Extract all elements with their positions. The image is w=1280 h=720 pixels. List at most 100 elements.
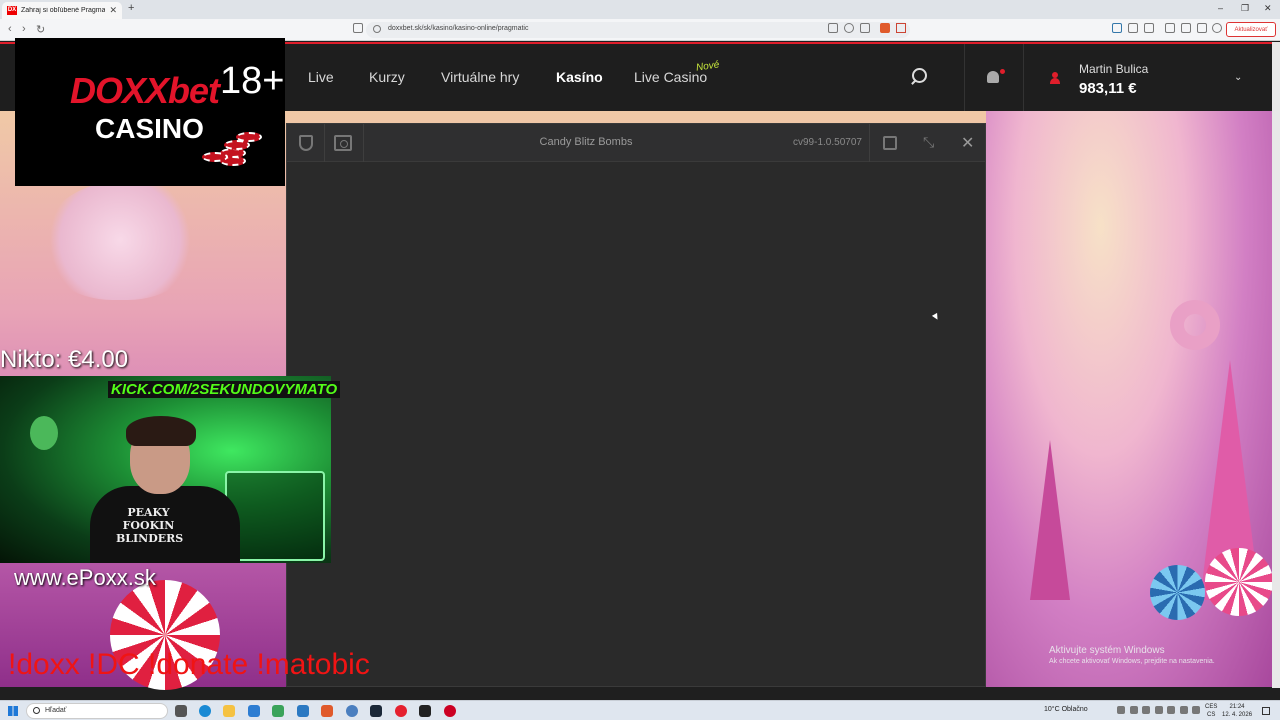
app-icon[interactable] [346,705,358,717]
edge-icon[interactable] [199,705,211,717]
minimize-button[interactable]: – [1218,3,1223,13]
zoom-icon[interactable] [844,23,854,33]
nav-live[interactable]: Live [308,69,334,85]
blue-lollipop-decoration [1150,565,1205,620]
game-version: cv99-1.0.50707 [793,137,862,148]
candy-cone-decoration [1030,440,1070,600]
sidebar-icon[interactable] [1144,23,1154,33]
sidepanel-icon[interactable] [1165,23,1175,33]
minimize-game-icon[interactable]: ⤡ [923,134,934,151]
new-badge: Nové [695,59,721,74]
close-icon[interactable]: ✕ [961,133,974,153]
tray-app-icon[interactable] [1155,706,1163,714]
toolbar-divider [869,124,870,162]
website-label: www.ePoxx.sk [14,565,156,590]
opera-icon[interactable] [395,705,407,717]
maximize-button[interactable]: ❐ [1241,3,1249,14]
windows-activation-watermark: Aktivujte systém Windows Ak chcete aktiv… [1049,645,1215,665]
notification-icon[interactable] [1262,707,1270,715]
donut-decoration [1170,300,1220,350]
extension-icon[interactable] [1112,23,1122,33]
doxxbet-casino-logo: DOXXbet 18+ CASINO [15,38,285,186]
weather-widget[interactable]: 10°C Oblačno [1044,706,1088,713]
forward-button[interactable]: › [22,23,26,35]
site-info-icon[interactable] [373,25,381,33]
nav-virtualne-hry[interactable]: Virtuálne hry [441,69,519,85]
store-icon[interactable] [248,705,260,717]
brave-shield-icon[interactable] [880,23,890,33]
reload-button[interactable]: ↻ [36,23,45,36]
screen: DX Zahraj si obľúbené Pragmatic hry ✕ + … [0,0,1280,720]
donation-text: Nikto: €4.00 [0,346,129,373]
casino-chips-icon [200,128,262,168]
clock-time: 21:24 [1229,704,1245,710]
window-close-button[interactable]: ✕ [1264,3,1272,14]
tray-app-icon[interactable] [1130,706,1138,714]
explorer-icon[interactable] [223,705,235,717]
activation-subtitle: Ak chcete aktivovať Windows, prejdite na… [1049,658,1215,665]
photos-icon[interactable] [272,705,284,717]
logo-brand-text: DOXXbet [70,70,220,111]
keyboard-code: CS [1207,712,1216,718]
rewards-icon[interactable] [896,23,906,33]
steam-icon[interactable] [370,705,382,717]
header-divider [964,44,965,111]
share-icon[interactable] [860,23,870,33]
page-scrollbar[interactable] [1272,42,1280,688]
microphone-icon[interactable] [1142,706,1150,714]
browser-tab[interactable]: DX Zahraj si obľúbené Pragmatic hry ✕ [2,2,122,19]
new-tab-button[interactable]: + [128,2,134,14]
tab-close-icon[interactable]: ✕ [109,5,117,16]
update-button[interactable]: Aktualizovať [1226,22,1276,37]
obs-icon[interactable] [419,705,431,717]
taskbar-search[interactable]: Hľadať [26,703,168,719]
user-balance[interactable]: 983,11 € [1079,80,1137,97]
tray-chevron-icon[interactable] [1117,706,1125,714]
search-icon[interactable] [912,68,927,83]
chevron-down-icon[interactable]: ⌄ [1234,72,1242,83]
browser-tabbar: DX Zahraj si obľúbené Pragmatic hry ✕ + … [0,0,1280,19]
mail-icon[interactable] [297,705,309,717]
chat-commands-text: !doxx !DC !donate !matobic [8,648,370,681]
user-name[interactable]: Martin Bulica [1079,62,1148,76]
bookmark-icon[interactable] [353,23,363,33]
frog-figure [30,416,58,450]
clock-date: 12. 4. 2026 [1222,712,1253,718]
notification-dot [1000,69,1005,74]
logo-casino-text: CASINO [95,113,204,144]
game-toolbar: Candy Blitz Bombs cv99-1.0.50707 ⤡ ✕ [287,124,985,162]
app-icon[interactable] [444,705,456,717]
bluetooth-icon[interactable] [1180,706,1188,714]
windows-start-icon[interactable] [8,706,18,716]
tab-title: Zahraj si obľúbené Pragmatic hry [21,7,106,14]
bell-icon[interactable] [987,71,999,83]
url-text: doxxbet.sk/sk/kasino/kasino-online/pragm… [388,25,529,32]
nav-kurzy[interactable]: Kurzy [369,69,405,85]
leo-icon[interactable] [1212,23,1222,33]
game-window[interactable]: Candy Blitz Bombs cv99-1.0.50707 ⤡ ✕ [286,123,986,687]
user-icon[interactable] [1050,72,1060,84]
doxxbet-favicon-icon: DX [7,6,17,15]
brave-icon[interactable] [321,705,333,717]
nav-kasino[interactable]: Kasíno [556,69,603,85]
extensions-icon[interactable] [1128,23,1138,33]
header-divider [1023,44,1024,111]
back-button[interactable]: ‹ [8,23,12,35]
vpn-icon[interactable] [1197,23,1207,33]
search-icon [33,707,40,714]
kick-channel-label: KICK.COM/2SEKUNDOVYMATO [108,381,341,398]
tray-app-icon[interactable] [1167,706,1175,714]
language-indicator[interactable]: CES CS [1205,703,1217,719]
fullscreen-icon[interactable] [883,136,897,150]
network-icon[interactable] [1192,706,1200,714]
pink-lollipop-decoration [1205,548,1273,616]
task-view-icon[interactable] [175,705,187,717]
language-code: CES [1205,704,1218,710]
taskbar-clock[interactable]: 21:24 12. 4. 2026 [1222,703,1252,719]
pc-case [225,471,325,561]
webcam-overlay: PEAKY FOOKIN BLINDERS [0,376,331,563]
wallet-icon[interactable] [1181,23,1191,33]
age-limit-text: 18+ [220,60,285,102]
windows-taskbar: Hľadať 10°C Oblačno CES CS 21:24 12. 4. … [0,700,1280,720]
translate-icon[interactable] [828,23,838,33]
